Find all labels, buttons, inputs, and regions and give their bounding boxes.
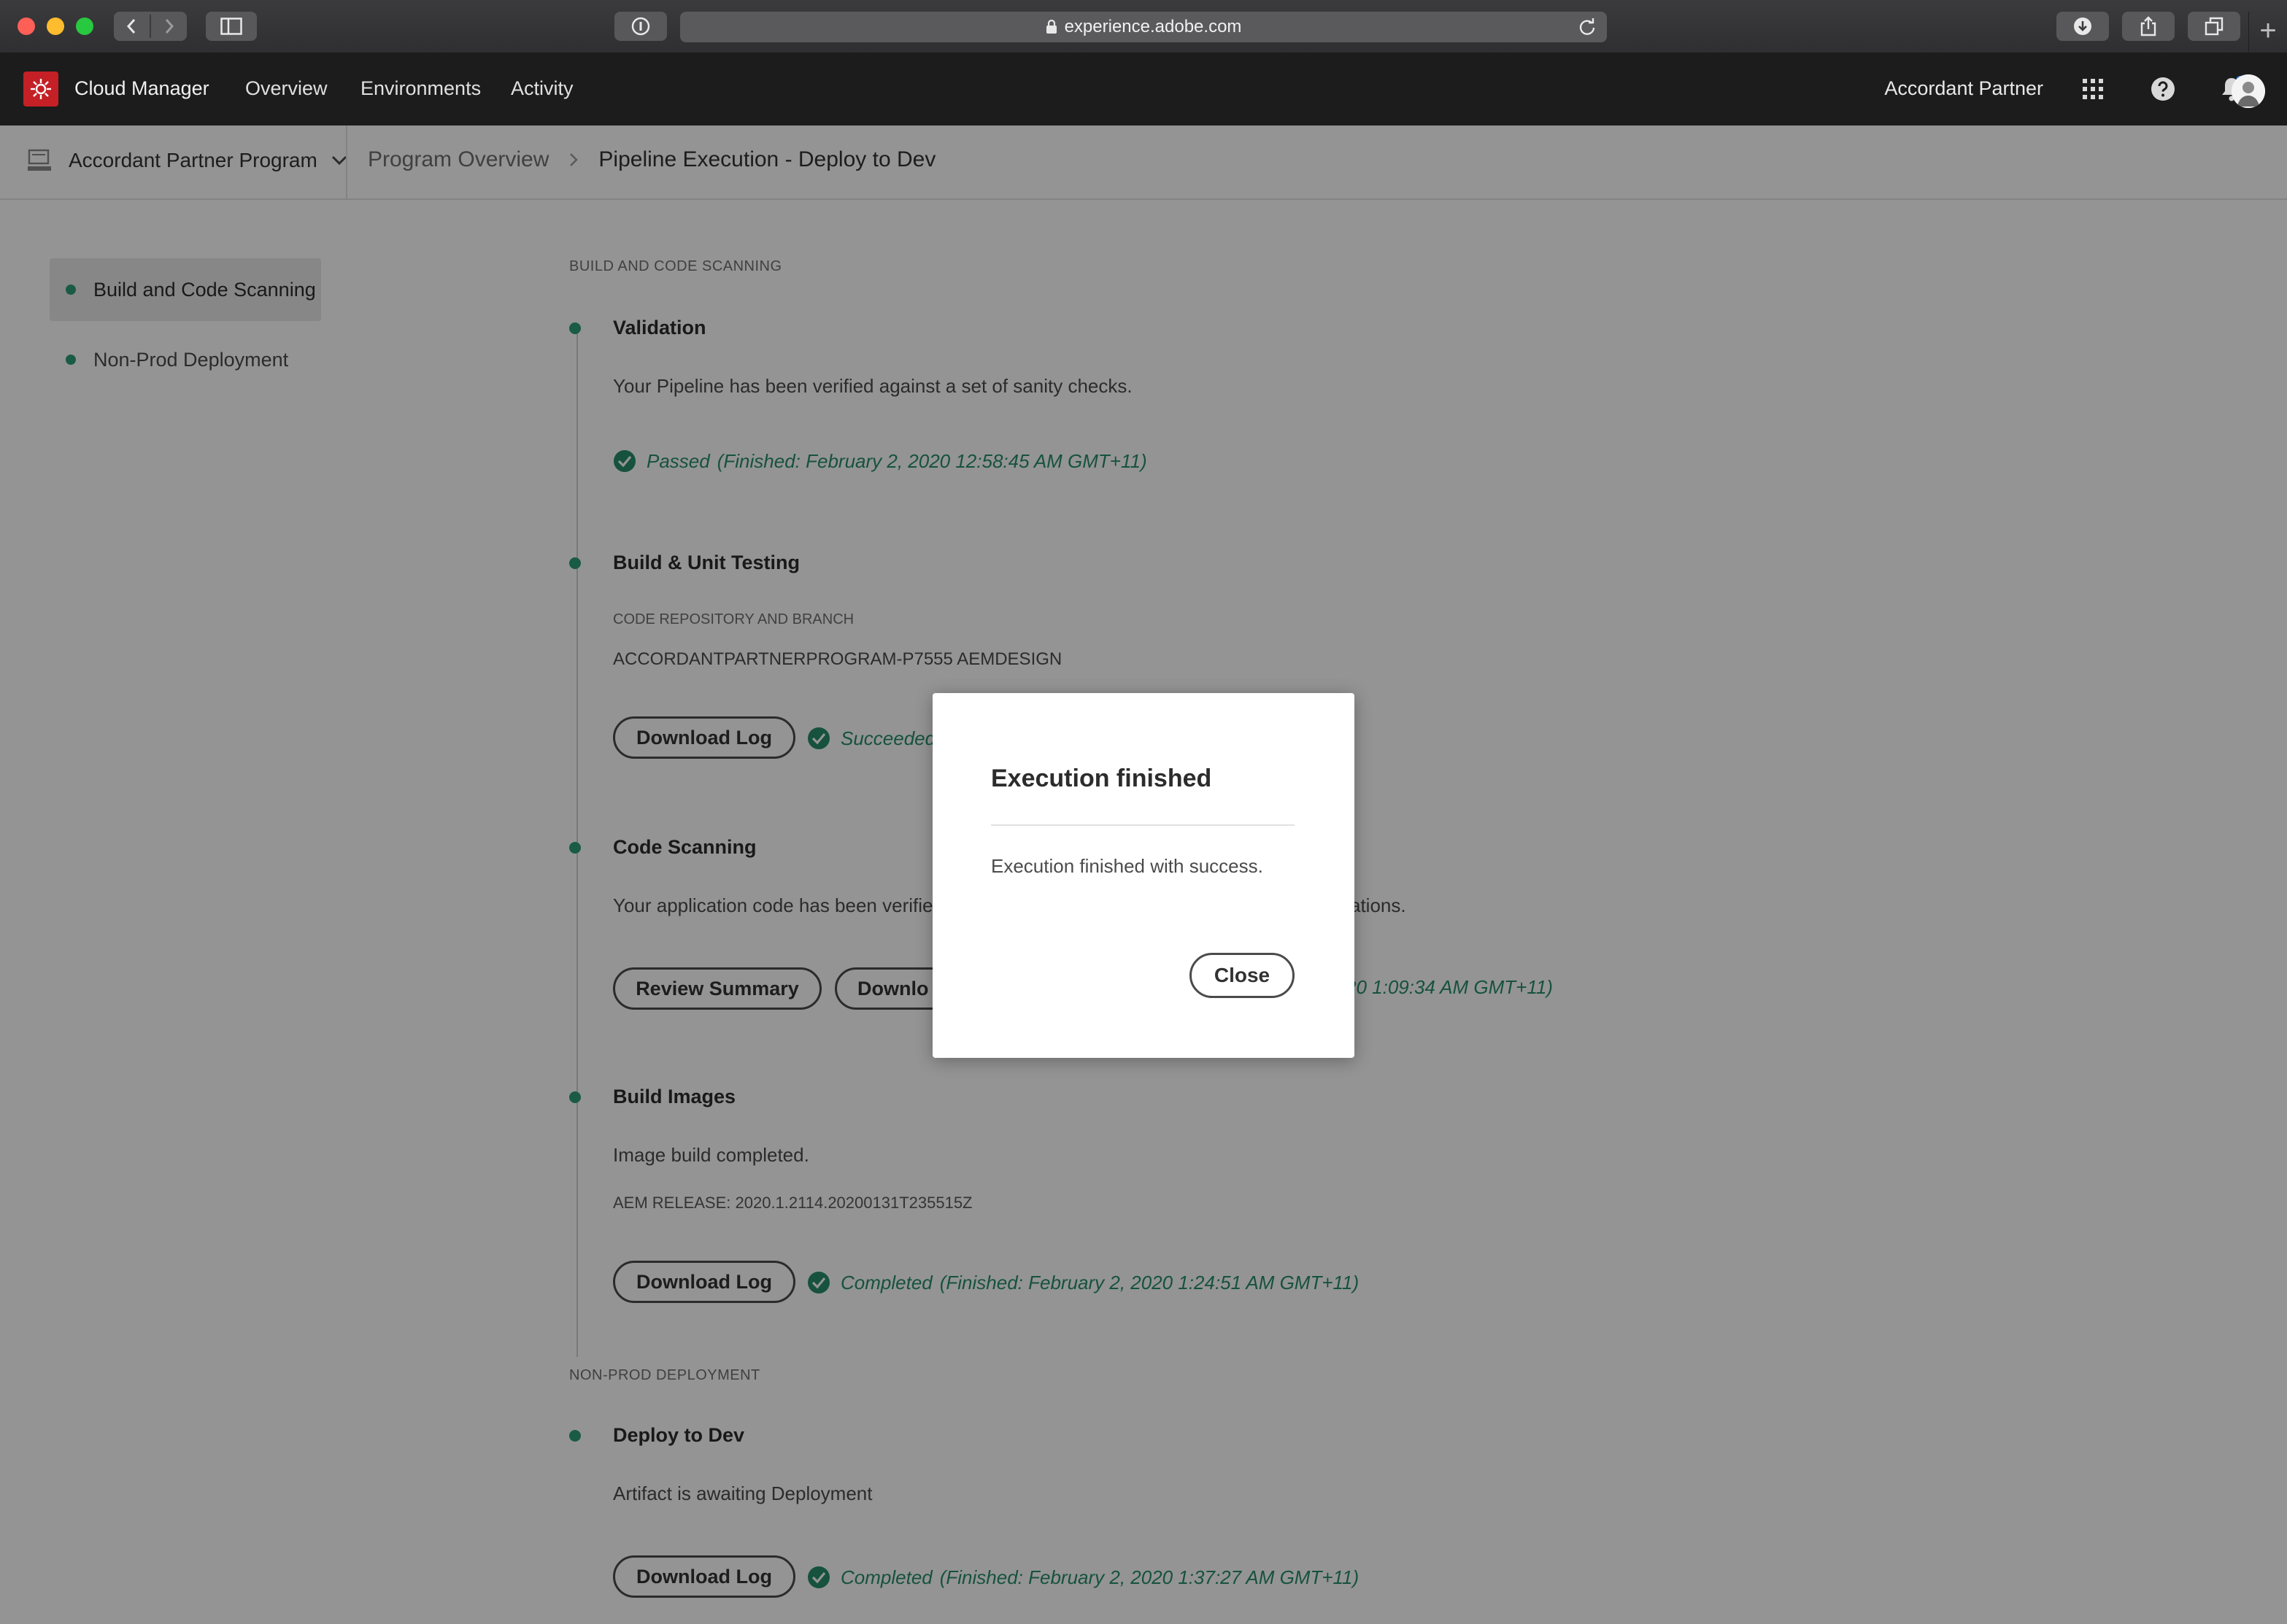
chevron-left-icon <box>126 15 174 38</box>
browser-toolbar: experience.adobe.com + <box>0 0 2287 54</box>
dialog-title: Execution finished <box>991 765 1212 792</box>
minimize-window-button[interactable] <box>47 18 64 35</box>
tabs-icon <box>2205 17 2224 36</box>
reload-icon[interactable] <box>1578 18 1597 36</box>
nav-overview[interactable]: Overview <box>245 77 328 100</box>
nav-activity[interactable]: Activity <box>511 77 574 100</box>
new-tab-button[interactable]: + <box>2248 12 2287 53</box>
org-switcher[interactable]: Accordant Partner <box>1884 77 2043 100</box>
share-icon <box>2140 16 2156 36</box>
app-name[interactable]: Cloud Manager <box>74 77 209 100</box>
address-bar[interactable]: experience.adobe.com <box>680 12 1607 42</box>
sidebar-toggle-button[interactable] <box>206 12 257 41</box>
close-button[interactable]: Close <box>1189 953 1295 998</box>
maximize-window-button[interactable] <box>76 18 93 35</box>
dialog-message: Execution finished with success. <box>991 855 1263 877</box>
sidebar-icon <box>220 18 242 35</box>
execution-finished-dialog: Execution finished Execution finished wi… <box>933 693 1354 1058</box>
adobe-logo[interactable] <box>23 71 58 107</box>
password-button[interactable] <box>614 12 667 41</box>
share-button[interactable] <box>2122 12 2175 41</box>
download-icon <box>2074 18 2091 35</box>
user-avatar-icon <box>2232 74 2265 108</box>
apps-grid-icon[interactable] <box>2075 71 2110 107</box>
avatar[interactable] <box>2232 74 2265 108</box>
help-icon[interactable] <box>2145 71 2180 107</box>
tabs-overview-button[interactable] <box>2188 12 2240 41</box>
close-window-button[interactable] <box>18 18 35 35</box>
nav-environments[interactable]: Environments <box>360 77 481 100</box>
lock-icon <box>1046 20 1057 34</box>
back-forward-buttons[interactable] <box>114 12 187 41</box>
dialog-divider <box>991 824 1295 826</box>
cloud-manager-logo-icon <box>31 79 51 99</box>
downloads-button[interactable] <box>2056 12 2109 41</box>
app-header: Cloud Manager Overview Environments Acti… <box>0 53 2287 125</box>
key-icon <box>631 17 650 36</box>
url-text: experience.adobe.com <box>1064 17 1242 36</box>
